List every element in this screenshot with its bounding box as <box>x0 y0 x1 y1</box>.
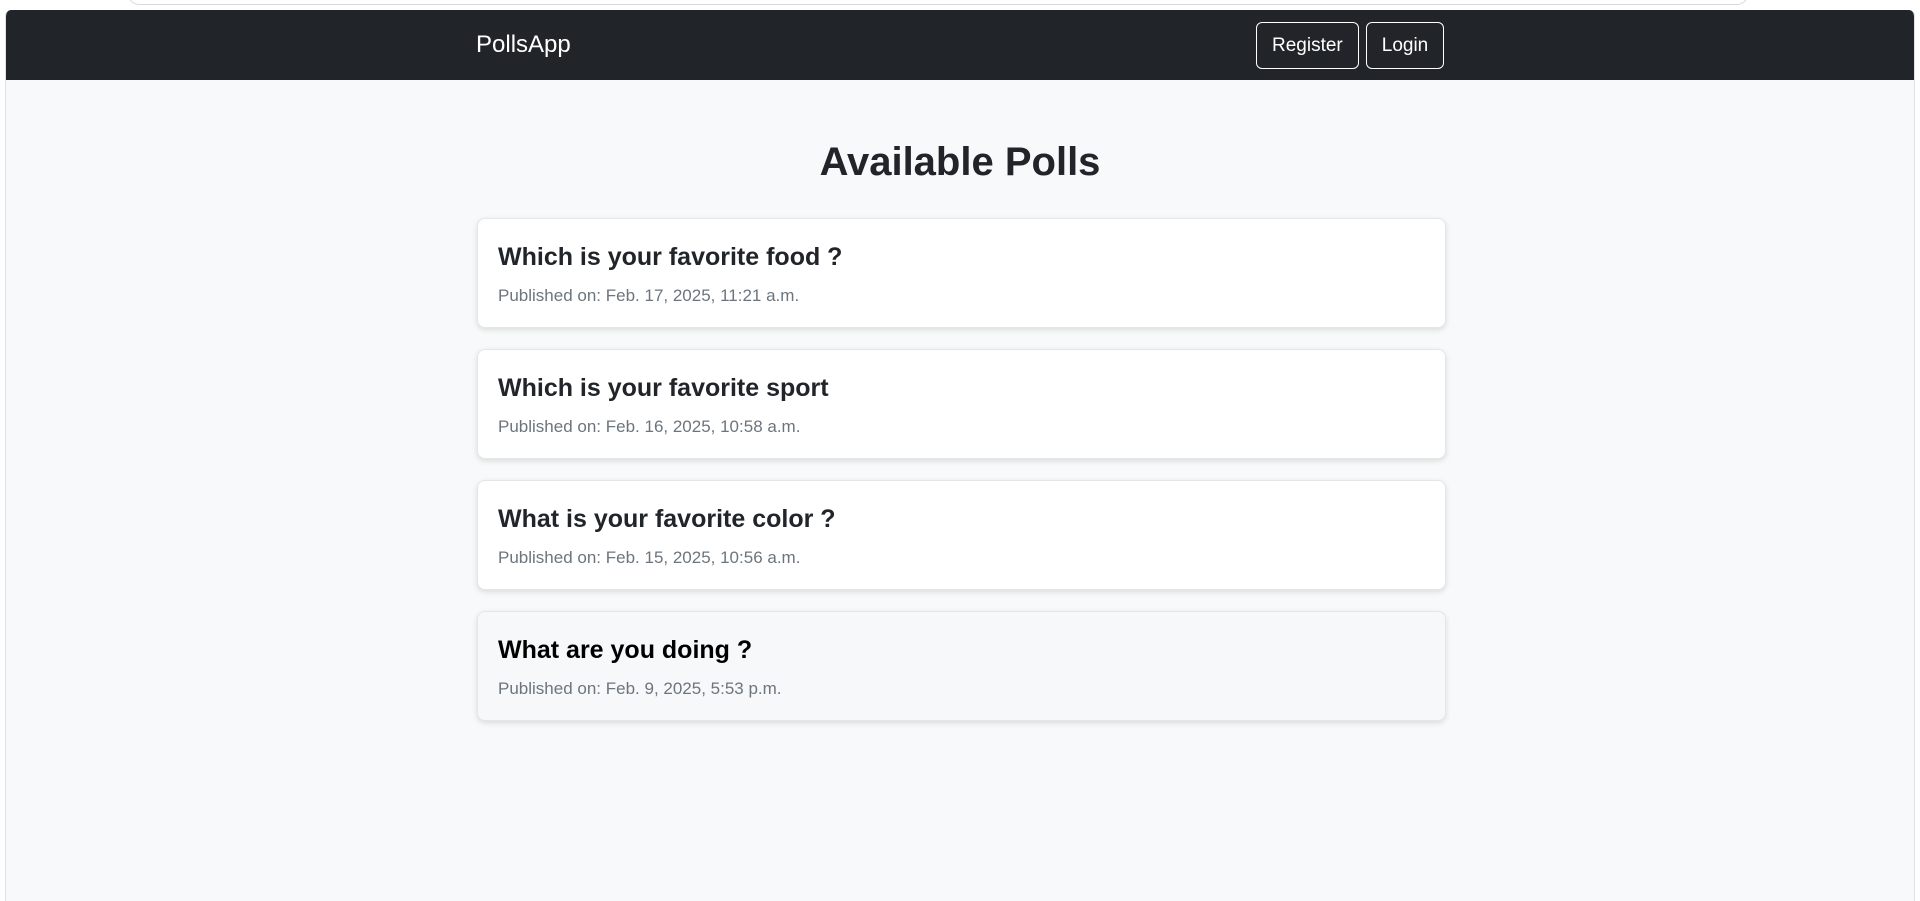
register-button[interactable]: Register <box>1256 22 1359 69</box>
poll-published-date: Published on: Feb. 16, 2025, 10:58 a.m. <box>498 417 801 436</box>
poll-published-date: Published on: Feb. 17, 2025, 11:21 a.m. <box>498 286 800 305</box>
app-frame: PollsApp Register Login Available Polls … <box>5 10 1915 901</box>
poll-list: Which is your favorite food ? Published … <box>477 218 1446 721</box>
poll-card[interactable]: Which is your favorite sport Published o… <box>477 349 1446 459</box>
poll-question: What is your favorite color ? <box>498 505 836 533</box>
browser-top-strip <box>0 0 1920 10</box>
nav-buttons: Register Login <box>1256 22 1445 69</box>
poll-published-date: Published on: Feb. 15, 2025, 10:56 a.m. <box>498 548 801 567</box>
poll-published-date: Published on: Feb. 9, 2025, 5:53 p.m. <box>498 679 782 698</box>
poll-card[interactable]: What is your favorite color ? Published … <box>477 480 1446 590</box>
page-title: Available Polls <box>819 140 1101 184</box>
poll-question: What are you doing ? <box>498 636 753 664</box>
login-button[interactable]: Login <box>1365 22 1445 69</box>
poll-card[interactable]: What are you doing ? Published on: Feb. … <box>477 611 1446 721</box>
brand-link[interactable]: PollsApp <box>476 10 571 80</box>
address-bar-edge <box>128 0 1748 5</box>
poll-card[interactable]: Which is your favorite food ? Published … <box>477 218 1446 328</box>
poll-question: Which is your favorite sport <box>498 374 829 402</box>
navbar: PollsApp Register Login <box>6 10 1914 80</box>
poll-question: Which is your favorite food ? <box>498 243 843 271</box>
